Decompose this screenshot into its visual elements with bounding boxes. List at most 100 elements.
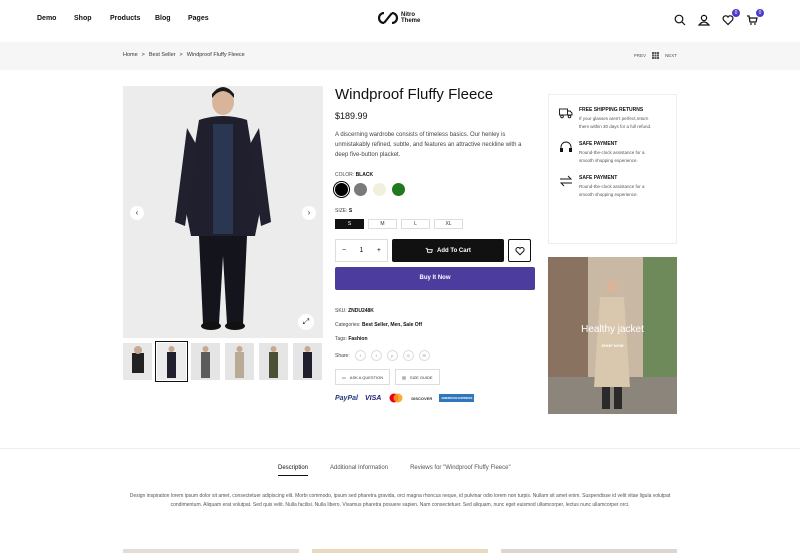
twitter-icon[interactable]: t [370,350,382,361]
add-to-cart-label: Add To Cart [437,247,471,254]
related-image[interactable] [501,549,677,553]
payment-methods: PayPal VISA DISCOVER AMERICAN EXPRESS [335,393,535,403]
pinterest-icon[interactable]: p [386,350,398,361]
size-label-row: SIZE: S [335,208,535,214]
color-swatches [333,181,535,198]
tab-description-content: Design inspiration lorem ipsum dolor sit… [129,493,671,508]
qty-plus-button[interactable]: + [377,247,381,254]
color-value: BLACK [355,172,374,178]
search-icon[interactable] [674,13,688,27]
feature-item: SAFE PAYMENT Round-the-clock assistance … [559,175,666,198]
next-link[interactable]: NEXT [665,53,677,58]
gallery-prev-arrow[interactable]: ‹ [130,206,144,220]
product-model-image [123,86,323,338]
size-option-s[interactable]: S [335,219,364,229]
categories-row: Categories: Best Seller, Men, Sale Off [335,322,535,328]
size-label: SIZE: [335,208,348,214]
add-to-cart-button[interactable]: Add To Cart [392,239,504,262]
ask-question-button[interactable]: ▭ ASK A QUESTION [335,369,391,385]
nav-demo[interactable]: Demo [37,15,56,22]
truck-icon [559,108,573,119]
breadcrumb-separator: > [179,52,183,58]
thumbnail-5[interactable] [259,343,288,380]
tab-description[interactable]: Description [278,465,309,476]
cart-icon[interactable]: 0 [746,9,764,27]
size-option-m[interactable]: M [368,219,397,229]
feature-item: SAFE PAYMENT Round-the-clock assistance … [559,141,666,164]
categories-label: Categories: [335,322,361,328]
thumbnail-3[interactable] [191,343,220,380]
feature-title: SAFE PAYMENT [579,141,618,147]
ask-question-label: ASK A QUESTION [349,374,384,380]
tags-value[interactable]: Fashion [348,336,367,342]
size-options: S M L XL [335,219,535,229]
related-image[interactable] [312,549,488,553]
feature-text: Round-the-clock assistance for a smooth … [579,150,645,163]
prev-next-nav: PREV NEXT [634,52,677,59]
site-logo[interactable]: Nitro Theme [378,12,420,24]
qty-value[interactable]: 1 [360,247,364,254]
thumbnail-2[interactable] [155,341,188,382]
sku-row: SKU: ZNDU248K [335,308,535,314]
breadcrumb-best-seller[interactable]: Best Seller [149,52,176,58]
nav-shop[interactable]: Shop [74,15,92,22]
sku-label: SKU: [335,308,347,314]
breadcrumb: Home > Best Seller > Windproof Fluffy Fl… [123,52,245,58]
feature-text: If your glasses aren't perfect,return th… [579,116,652,129]
facebook-icon[interactable]: f [354,350,366,361]
promo-banner[interactable]: Healthy jacket SHOP NOW [548,257,677,414]
qty-minus-button[interactable]: − [342,247,346,254]
size-option-xl[interactable]: XL [434,219,463,229]
exchange-icon [559,175,573,187]
prev-link[interactable]: PREV [634,53,646,58]
discover-logo: DISCOVER [411,395,433,401]
banner-image [548,257,677,414]
chat-icon: ▭ [342,374,346,380]
feature-title: SAFE PAYMENT [579,175,618,181]
breadcrumb-separator: > [141,52,145,58]
features-box: FREE SHIPPING RETURNS If your glasses ar… [548,94,677,244]
grid-icon[interactable] [651,52,659,59]
ruler-icon: ▤ [402,374,406,380]
thumbnail-1[interactable] [123,343,152,380]
zoom-icon[interactable]: ⤢ [298,314,314,330]
feature-title: FREE SHIPPING RETURNS [579,107,644,113]
add-to-wishlist-button[interactable] [508,239,531,262]
add-to-cart-row: − 1 + Add To Cart [335,239,535,262]
nav-pages[interactable]: Pages [188,15,209,22]
color-label-row: COLOR: BLACK [335,172,535,178]
feature-item: FREE SHIPPING RETURNS If your glasses ar… [559,107,666,130]
site-header: Demo Shop Products Blog Pages Nitro Them… [0,0,800,42]
account-icon[interactable] [697,13,712,27]
logo-text-line2: Theme [401,18,421,24]
tab-reviews[interactable]: Reviews for "Windproof Fluffy Fleece" [410,465,511,476]
nav-blog[interactable]: Blog [155,15,171,22]
breadcrumb-current: Windproof Fluffy Fleece [186,52,245,58]
cart-icon [425,247,433,253]
thumbnail-4[interactable] [225,343,254,380]
swatch-cream[interactable] [373,183,386,196]
categories-value[interactable]: Best Seller, Men, Sale Off [362,322,422,328]
swatch-green[interactable] [392,183,405,196]
gallery-next-arrow[interactable]: › [302,206,316,220]
size-option-l[interactable]: L [401,219,430,229]
logo-icon [378,12,398,24]
nav-products[interactable]: Products [110,15,140,22]
tab-additional-information[interactable]: Additional Information [330,465,388,476]
thumbnail-6[interactable] [293,343,322,380]
banner-shop-now-link[interactable]: SHOP NOW [548,343,677,348]
breadcrumb-home[interactable]: Home [123,52,138,58]
tags-label: Tags: [335,336,347,342]
swatch-grey[interactable] [354,183,367,196]
product-main-image[interactable] [123,86,323,338]
related-image[interactable] [123,549,299,553]
header-icons: 0 0 [674,9,764,27]
instagram-icon[interactable]: ◎ [402,350,414,361]
quantity-stepper: − 1 + [335,239,388,262]
buy-now-button[interactable]: Buy It Now [335,267,535,290]
color-label: COLOR: [335,172,355,178]
email-icon[interactable]: ✉ [418,350,430,361]
swatch-black[interactable] [333,181,350,198]
size-guide-button[interactable]: ▤ SIZE GUIDE [395,369,440,385]
wishlist-icon[interactable]: 0 [722,9,740,27]
